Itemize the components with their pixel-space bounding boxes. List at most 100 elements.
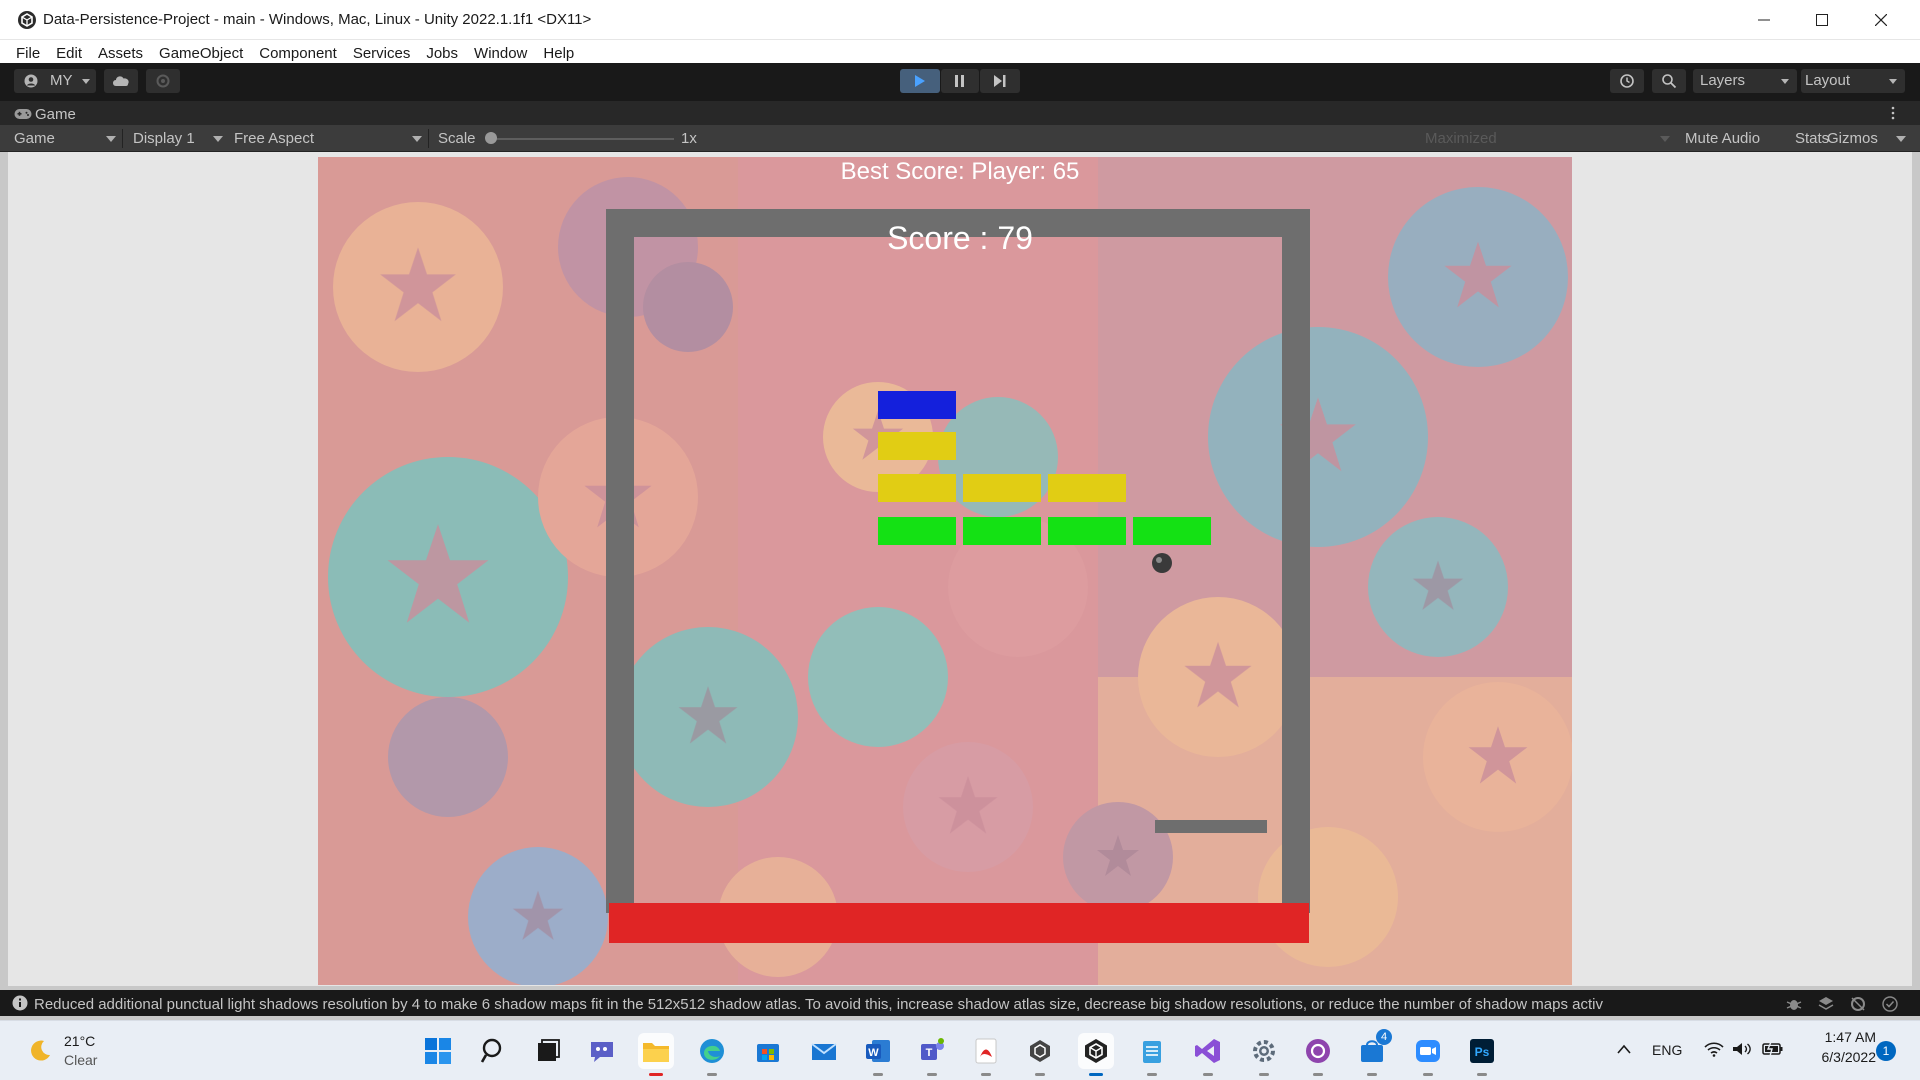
- score-text: Score : 79: [887, 220, 1033, 256]
- kebab-menu-icon[interactable]: [1890, 106, 1896, 120]
- visual-studio-app[interactable]: [1190, 1033, 1226, 1076]
- window-title: Data-Persistence-Project - main - Window…: [43, 11, 592, 28]
- zoom-app[interactable]: [1410, 1033, 1446, 1076]
- wall-left: [606, 209, 634, 913]
- tab-game[interactable]: Game: [14, 104, 76, 124]
- account-dropdown[interactable]: MY: [14, 69, 96, 93]
- layout-label: Layout: [1805, 72, 1851, 89]
- file-explorer-app[interactable]: [638, 1033, 674, 1076]
- scale-label: Scale: [438, 130, 476, 147]
- stats-toggle[interactable]: Stats: [1795, 130, 1829, 147]
- brick: [1133, 517, 1211, 545]
- pdf-icon: [975, 1038, 997, 1064]
- clock-time: 1:47 AM: [1824, 1029, 1876, 1045]
- collab-button[interactable]: [146, 69, 180, 93]
- pause-button[interactable]: [941, 69, 979, 93]
- menu-help[interactable]: Help: [535, 45, 582, 62]
- teams-app[interactable]: T: [914, 1033, 950, 1076]
- layers-label: Layers: [1700, 72, 1746, 89]
- settings-icon[interactable]: [1850, 996, 1866, 1012]
- settings-app[interactable]: [1246, 1033, 1282, 1076]
- mute-audio-toggle[interactable]: Mute Audio: [1685, 130, 1760, 147]
- layers-dropdown[interactable]: Layers: [1693, 69, 1797, 93]
- display-select[interactable]: Display 1: [133, 130, 195, 147]
- bug-icon[interactable]: [1786, 996, 1802, 1012]
- maximize-button[interactable]: [1793, 0, 1851, 40]
- menu-assets[interactable]: Assets: [90, 45, 151, 62]
- play-icon: [915, 75, 925, 87]
- pause-icon: [955, 75, 964, 87]
- account-icon: [24, 74, 38, 88]
- search-button[interactable]: [1652, 69, 1686, 93]
- unity-app-icon: [18, 11, 36, 29]
- title-bar: Data-Persistence-Project - main - Window…: [0, 0, 1920, 40]
- battery-icon[interactable]: [1762, 1041, 1784, 1057]
- scale-slider-handle[interactable]: [485, 132, 497, 144]
- word-app[interactable]: W: [860, 1033, 896, 1076]
- acrobat-app[interactable]: [968, 1033, 1004, 1076]
- store-icon: [757, 1044, 779, 1062]
- unity-editor-app[interactable]: [1078, 1033, 1114, 1076]
- undo-history-button[interactable]: [1610, 69, 1644, 93]
- task-view-button[interactable]: [530, 1033, 566, 1069]
- menu-window[interactable]: Window: [466, 45, 535, 62]
- github-desktop-app[interactable]: [1300, 1033, 1336, 1076]
- view-select[interactable]: Game: [14, 130, 55, 147]
- teams-icon: T: [921, 1038, 944, 1060]
- maximized-select[interactable]: Maximized: [1425, 130, 1497, 147]
- menu-jobs[interactable]: Jobs: [418, 45, 466, 62]
- chevron-down-icon: [106, 136, 116, 142]
- store-app[interactable]: [750, 1033, 786, 1069]
- check-circle-icon[interactable]: [1882, 996, 1898, 1012]
- brick: [878, 474, 956, 502]
- github-icon: [1306, 1039, 1330, 1063]
- svg-text:Ps: Ps: [1475, 1045, 1490, 1059]
- chevron-down-icon: [1781, 79, 1789, 84]
- scale-slider-track[interactable]: [488, 138, 674, 140]
- svg-text:W: W: [868, 1047, 879, 1059]
- gizmos-toggle[interactable]: Gizmos: [1827, 130, 1878, 147]
- history-icon: [1620, 74, 1634, 88]
- wifi-icon[interactable]: [1704, 1041, 1724, 1057]
- photoshop-app[interactable]: Ps: [1464, 1033, 1500, 1076]
- cloud-icon: [113, 76, 129, 86]
- minimize-button[interactable]: [1735, 0, 1793, 40]
- unity-hub-app[interactable]: [1022, 1033, 1058, 1076]
- weather-widget[interactable]: 21°C Clear: [26, 1031, 146, 1071]
- menu-file[interactable]: File: [8, 45, 48, 62]
- edge-app[interactable]: [694, 1033, 730, 1076]
- clock[interactable]: 1:47 AM 6/3/2022: [1800, 1029, 1877, 1065]
- menu-gameobject[interactable]: GameObject: [151, 45, 251, 62]
- aspect-select[interactable]: Free Aspect: [234, 130, 314, 147]
- game-canvas[interactable]: Best Score: Player: 65 Score : 79: [318, 157, 1572, 985]
- menu-component[interactable]: Component: [251, 45, 345, 62]
- maximize-icon: [1816, 14, 1828, 26]
- chat-app[interactable]: [584, 1033, 620, 1069]
- search-taskbar-button[interactable]: [476, 1033, 512, 1069]
- speaker-icon[interactable]: [1732, 1041, 1752, 1057]
- notification-badge[interactable]: 1: [1876, 1041, 1896, 1061]
- photoshop-icon: Ps: [1470, 1039, 1494, 1063]
- wall-right: [1282, 209, 1310, 913]
- cloud-button[interactable]: [104, 69, 138, 93]
- menu-services[interactable]: Services: [345, 45, 419, 62]
- chevron-up-icon[interactable]: [1616, 1043, 1632, 1055]
- step-button[interactable]: [980, 69, 1020, 93]
- edge-icon: [700, 1039, 724, 1063]
- mail-app[interactable]: [806, 1033, 842, 1069]
- ball: [1152, 553, 1172, 573]
- windows-taskbar: 21°C Clear W T 4 Ps ENG 1:47 AM 6/3/2022…: [0, 1020, 1920, 1080]
- play-button[interactable]: [900, 69, 940, 93]
- start-button[interactable]: [420, 1033, 456, 1069]
- unity-toolbar: MY Layers Layout: [0, 63, 1920, 101]
- close-button[interactable]: [1852, 0, 1910, 40]
- store-badge-app[interactable]: 4: [1354, 1029, 1392, 1076]
- language-indicator[interactable]: ENG: [1652, 1042, 1682, 1058]
- stack-icon[interactable]: [1818, 996, 1834, 1012]
- console-message[interactable]: Reduced additional punctual light shadow…: [34, 996, 1734, 1013]
- menu-edit[interactable]: Edit: [48, 45, 90, 62]
- layout-dropdown[interactable]: Layout: [1801, 69, 1905, 93]
- weather-desc: Clear: [64, 1052, 98, 1068]
- brick: [963, 517, 1041, 545]
- notepad-app[interactable]: [1134, 1033, 1170, 1076]
